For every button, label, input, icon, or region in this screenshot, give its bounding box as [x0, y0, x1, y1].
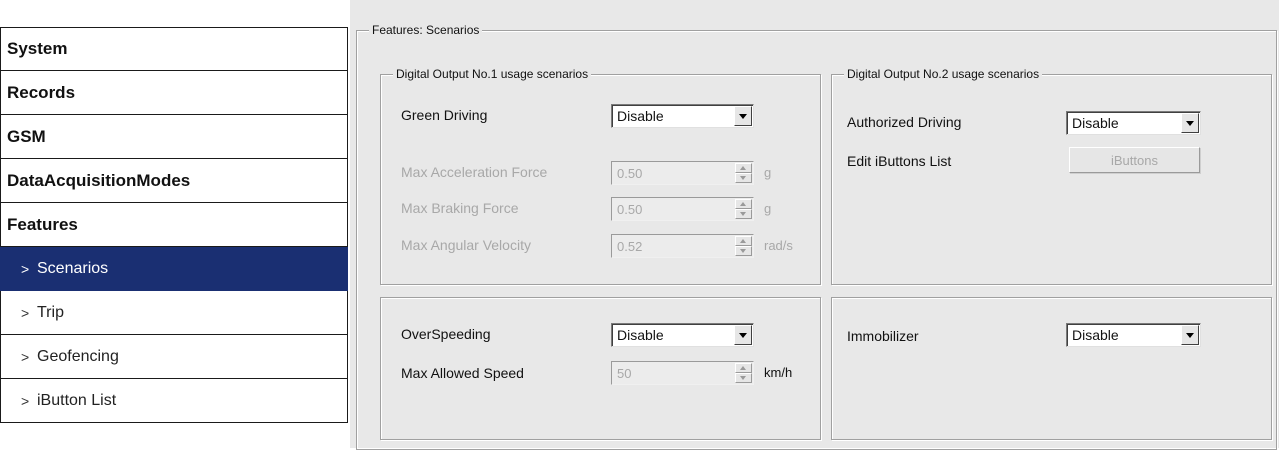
chevron-down-icon[interactable]	[734, 325, 752, 345]
sidebar-item-label: GSM	[7, 126, 46, 146]
overspeeding-group: OverSpeeding Disable Max Allowed Speed 5…	[380, 297, 821, 440]
chevron-right-icon: >	[21, 392, 30, 409]
sidebar-item-ibutton-list[interactable]: > iButton List	[0, 379, 348, 423]
sidebar-item-label: iButton List	[37, 391, 117, 409]
sidebar-item-label: System	[7, 39, 68, 58]
spin-down-icon[interactable]	[735, 246, 752, 256]
sidebar-item-features[interactable]: Features	[0, 203, 348, 247]
max-allowed-speed-value: 50	[617, 366, 632, 381]
max-braking-unit: g	[764, 201, 772, 216]
max-acceleration-spinner[interactable]: 0.50	[611, 161, 754, 185]
sidebar-item-geofencing[interactable]: > Geofencing	[0, 335, 348, 379]
max-acceleration-unit: g	[764, 165, 772, 180]
max-braking-value: 0.50	[617, 202, 643, 217]
immobilizer-select[interactable]: Disable	[1066, 323, 1201, 347]
spin-up-icon[interactable]	[735, 236, 752, 246]
max-allowed-speed-spinner[interactable]: 50	[611, 361, 754, 385]
max-acceleration-value: 0.50	[617, 166, 643, 181]
authorized-driving-label: Authorized Driving	[847, 114, 962, 130]
authorized-driving-select[interactable]: Disable	[1066, 111, 1201, 135]
green-driving-select[interactable]: Disable	[611, 104, 754, 128]
spin-up-icon[interactable]	[735, 363, 752, 373]
sidebar-item-label: Records	[7, 82, 76, 102]
scenarios-panel: Features: Scenarios Digital Output No.1 …	[350, 0, 1279, 450]
max-angular-velocity-unit: rad/s	[764, 238, 793, 253]
max-braking-spinner[interactable]: 0.50	[611, 197, 754, 221]
max-angular-velocity-label: Max Angular Velocity	[401, 237, 531, 253]
sidebar-item-records[interactable]: Records	[0, 71, 348, 115]
max-braking-label: Max Braking Force	[401, 200, 519, 216]
overspeeding-select[interactable]: Disable	[611, 323, 754, 347]
spin-down-icon[interactable]	[735, 173, 752, 183]
settings-sidebar: System Records GSM DataAcquisitionModes …	[0, 0, 349, 448]
overspeeding-value: Disable	[617, 327, 664, 343]
max-acceleration-label: Max Acceleration Force	[401, 164, 548, 180]
sidebar-item-label: Geofencing	[37, 347, 119, 365]
overspeeding-label: OverSpeeding	[401, 326, 491, 342]
max-allowed-speed-label: Max Allowed Speed	[401, 365, 524, 381]
ibuttons-button[interactable]: iButtons	[1069, 147, 1200, 173]
dout2-title: Digital Output No.2 usage scenarios	[844, 67, 1043, 81]
chevron-right-icon: >	[21, 304, 30, 321]
chevron-down-icon[interactable]	[1181, 325, 1199, 345]
chevron-right-icon: >	[21, 260, 30, 277]
chevron-down-icon[interactable]	[1181, 113, 1199, 133]
sidebar-item-data-acquisition-modes[interactable]: DataAcquisitionModes	[0, 159, 348, 203]
sidebar-item-scenarios[interactable]: > Scenarios	[0, 247, 348, 291]
sidebar-item-trip[interactable]: > Trip	[0, 291, 348, 335]
sidebar-item-label: Scenarios	[37, 259, 109, 277]
immobilizer-group: Immobilizer Disable	[831, 297, 1272, 440]
chevron-right-icon: >	[21, 348, 30, 365]
section-title: Features: Scenarios	[369, 23, 483, 37]
sidebar-item-label: Trip	[37, 303, 64, 321]
sidebar-item-label: Features	[7, 214, 78, 234]
max-allowed-speed-unit: km/h	[764, 365, 793, 380]
immobilizer-value: Disable	[1072, 327, 1119, 343]
dout1-title: Digital Output No.1 usage scenarios	[393, 67, 592, 81]
dout2-group: Digital Output No.2 usage scenarios Auth…	[831, 67, 1272, 285]
max-angular-velocity-spinner[interactable]: 0.52	[611, 234, 754, 258]
spin-up-icon[interactable]	[735, 199, 752, 209]
chevron-down-icon[interactable]	[734, 106, 752, 126]
edit-ibuttons-label: Edit iButtons List	[847, 153, 952, 169]
sidebar-item-system[interactable]: System	[0, 27, 348, 71]
spin-down-icon[interactable]	[735, 373, 752, 383]
sidebar-item-gsm[interactable]: GSM	[0, 115, 348, 159]
spin-down-icon[interactable]	[735, 209, 752, 219]
max-angular-velocity-value: 0.52	[617, 239, 643, 254]
sidebar-item-label: DataAcquisitionModes	[7, 170, 191, 190]
authorized-driving-value: Disable	[1072, 115, 1119, 131]
green-driving-label: Green Driving	[401, 107, 488, 123]
spin-up-icon[interactable]	[735, 163, 752, 173]
immobilizer-label: Immobilizer	[847, 328, 919, 344]
dout1-group: Digital Output No.1 usage scenarios Gree…	[380, 67, 821, 285]
green-driving-value: Disable	[617, 108, 664, 124]
